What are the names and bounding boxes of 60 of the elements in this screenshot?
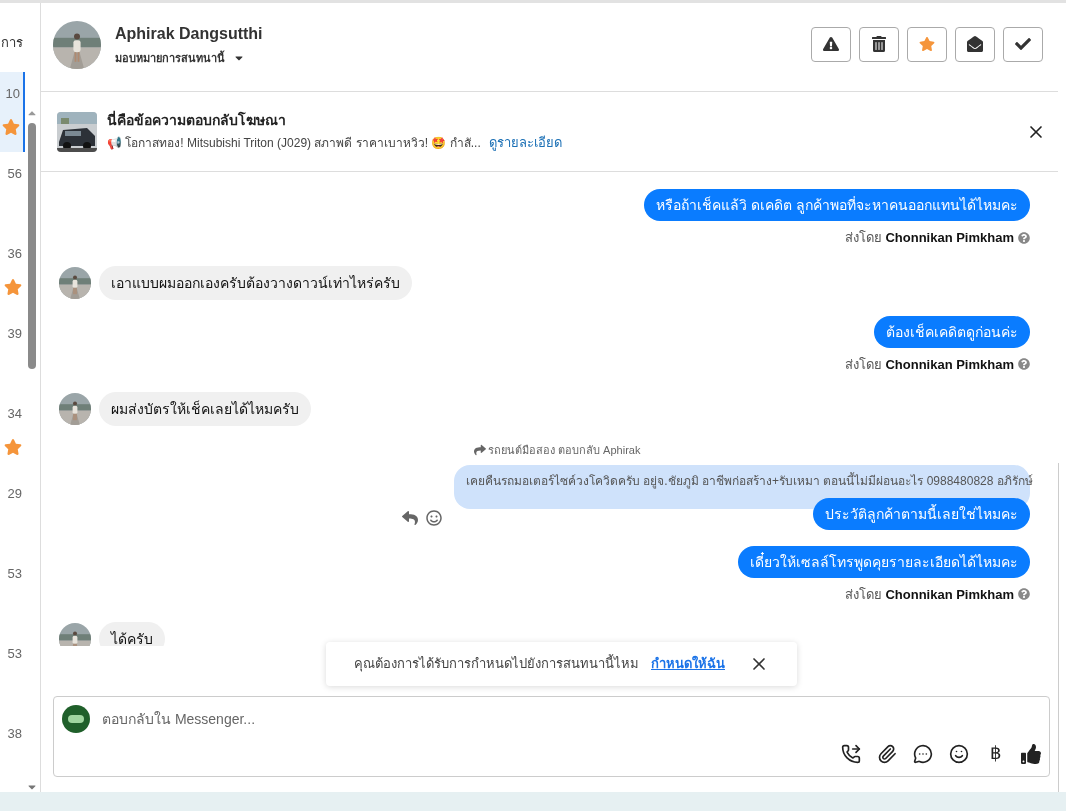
check-icon	[1015, 36, 1031, 52]
trash-icon	[872, 36, 886, 52]
assign-me-link[interactable]: กำหนดให้ฉัน	[651, 654, 725, 674]
time-label: 10	[5, 85, 20, 103]
mark-unread-button[interactable]	[955, 26, 995, 62]
time-label: 34	[7, 405, 22, 423]
conversation-item[interactable]: 36	[0, 232, 25, 312]
message-bubble: เอาแบบผมออกเองครับต้องวางดาวน์เท่าไหร่ครับ	[99, 265, 412, 300]
reply-composer[interactable]: ตอบกลับใน Messenger... ฿	[53, 696, 1050, 777]
conversation-item[interactable]: 29	[0, 472, 25, 552]
sidebar-header: การ	[1, 34, 23, 52]
conversation-item[interactable]: 53	[0, 552, 25, 632]
phone-icon[interactable]	[841, 743, 861, 764]
delete-button[interactable]	[859, 26, 899, 62]
time-label: 36	[7, 245, 22, 263]
done-button[interactable]	[1003, 26, 1043, 62]
time-label: 29	[7, 485, 22, 503]
conversation-item[interactable]: 38	[0, 712, 25, 792]
help-icon	[1018, 358, 1030, 371]
time-label: 53	[7, 645, 22, 663]
baht-button[interactable]: ฿	[985, 740, 1005, 767]
message-bubble: ผมส่งบัตรให้เช็คเลยได้ไหมครับ	[99, 392, 311, 426]
emoji-icon	[426, 509, 442, 526]
envelope-icon	[967, 36, 983, 52]
ad-title: นี่คือข้อความตอบกลับโฆษณา	[107, 110, 287, 131]
time-label: 56	[7, 165, 22, 183]
help-icon	[1018, 231, 1030, 244]
star-button[interactable]	[907, 26, 947, 62]
conversation-item[interactable]: 39	[0, 312, 25, 392]
message-input[interactable]: ตอบกลับใน Messenger...	[102, 708, 1041, 730]
contact-name: Aphirak Dangsutthi	[115, 23, 263, 44]
paperclip-icon[interactable]	[877, 743, 897, 764]
time-label: 39	[7, 325, 22, 343]
conversation-item[interactable]: 34	[0, 392, 25, 472]
page-logo	[62, 705, 90, 733]
chat-bubble-icon[interactable]	[913, 743, 933, 764]
assign-dropdown[interactable]: มอบหมายการสนทนานี้	[115, 49, 263, 67]
sender-label: ส่งโดย Chonnikan Pimkham	[844, 355, 1014, 374]
reply-icon	[402, 509, 418, 526]
warning-icon	[823, 36, 839, 52]
thumbs-up-icon[interactable]	[1021, 743, 1041, 764]
details-link[interactable]: ดูรายละเอียด	[488, 133, 562, 153]
ad-text: 📢 โอกาสทอง! Mitsubishi Triton (J029) สภาพดี ราคาเบาหวิว! 🤩 กำสั...	[107, 135, 481, 152]
message-bubble: หรือถ้าเช็คแล้วิ ดเคดิต ลูกค้าพอที่จะหาคนออกแทนได้ไหมคะ	[644, 189, 1030, 221]
time-label: 53	[7, 565, 22, 583]
conversation-item[interactable]: 10	[0, 72, 25, 152]
conversation-item[interactable]: 53	[0, 632, 25, 712]
report-button[interactable]	[811, 26, 851, 62]
help-icon	[1018, 588, 1030, 601]
message-bubble: ต้องเช็คเคดิตดูก่อนค่ะ	[874, 315, 1030, 348]
forward-icon	[474, 444, 486, 457]
sender-label: ส่งโดย Chonnikan Pimkham	[844, 229, 1014, 247]
time-label: 38	[7, 725, 22, 743]
toast-text: คุณต้องการได้รับการกำหนดไปยังการสนทนานี้ไหม	[354, 654, 639, 674]
message-bubble: เดี๋ยวให้เซลล์โทรพูดคุยรายละเอียดได้ไหมคะ	[738, 545, 1030, 578]
emoji-icon[interactable]	[949, 743, 969, 764]
sender-label: ส่งโดย Chonnikan Pimkham	[844, 585, 1014, 604]
reply-label: รถยนต์มือสอง ตอบกลับ Aphirak	[488, 443, 641, 458]
conversation-item[interactable]: 56	[0, 152, 25, 232]
message-bubble: ได้ครับ	[99, 622, 165, 646]
